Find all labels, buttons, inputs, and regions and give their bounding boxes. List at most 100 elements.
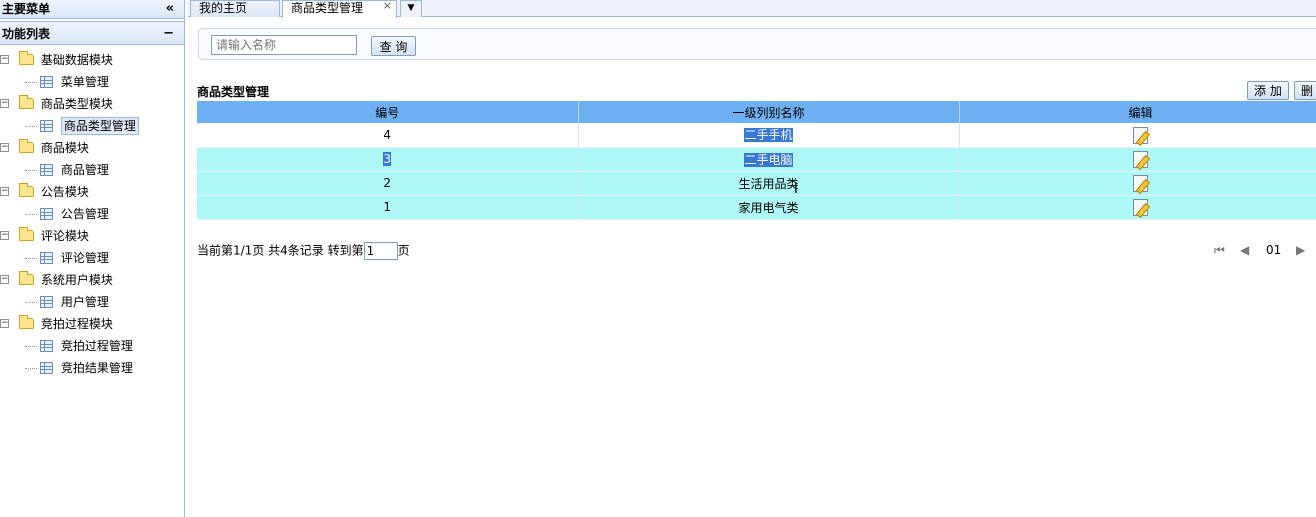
close-icon[interactable]: × bbox=[383, 0, 392, 13]
tree-node-label: 商品类型模块 bbox=[40, 97, 113, 111]
column-header-name[interactable]: 一级列别名称 bbox=[578, 101, 960, 123]
tree-toggle-icon[interactable]: − bbox=[0, 55, 9, 64]
cell-id: 4 bbox=[197, 123, 579, 148]
tree-leaf-label: 公告管理 bbox=[60, 207, 109, 221]
page-jump-input[interactable] bbox=[363, 242, 398, 260]
tree-toggle-icon[interactable]: − bbox=[0, 275, 9, 284]
tree-node-comment[interactable]: − 评论模块 bbox=[0, 225, 184, 247]
folder-icon bbox=[19, 139, 34, 153]
tree-node-label: 评论模块 bbox=[40, 229, 89, 243]
tree-leaf-user-management[interactable]: 用户管理 bbox=[0, 291, 184, 313]
column-header-id[interactable]: 编号 bbox=[197, 101, 579, 123]
cell-id: 1 bbox=[197, 195, 579, 220]
tree-leaf-announcement-management[interactable]: 公告管理 bbox=[0, 203, 184, 225]
function-list-title: 功能列表 bbox=[2, 27, 51, 41]
next-page-icon[interactable]: ▶ bbox=[1296, 242, 1305, 258]
edit-icon[interactable] bbox=[1132, 198, 1150, 216]
cell-edit bbox=[959, 171, 1316, 196]
cell-id: 2 bbox=[197, 171, 579, 196]
tree-leaf-menu-management[interactable]: 菜单管理 bbox=[0, 71, 184, 93]
table-row[interactable]: 4 二手手机 bbox=[197, 123, 1316, 148]
tree-node-basic-data[interactable]: − 基础数据模块 bbox=[0, 49, 184, 71]
tree-node-label: 系统用户模块 bbox=[40, 273, 113, 287]
page-icon bbox=[40, 362, 53, 374]
main-content: 我的主页 商品类型管理 × ▼ 查 询 商品类型管理 添 加 删 编号 一级列别… bbox=[188, 0, 1316, 517]
pager-suffix: 页 bbox=[397, 243, 410, 258]
tree-node-system-user[interactable]: − 系统用户模块 bbox=[0, 269, 184, 291]
tab-label: 我的主页 bbox=[199, 1, 248, 15]
collapse-icon[interactable]: « bbox=[166, 0, 174, 18]
pager-info: 当前第1/1页 共4条记录 转到第 页 bbox=[197, 242, 410, 260]
tree-toggle-icon[interactable]: − bbox=[0, 231, 9, 240]
page-icon bbox=[40, 208, 53, 220]
tree-leaf-auction-result-management[interactable]: 竞拍结果管理 bbox=[0, 357, 184, 379]
search-input[interactable] bbox=[211, 35, 357, 55]
cell-edit bbox=[959, 195, 1316, 220]
tree-leaf-label: 用户管理 bbox=[60, 295, 109, 309]
product-type-table: 编号 一级列别名称 编辑 4 二手手机 3 二手电脑 2 生活用品类 1 家用电… bbox=[197, 101, 1316, 220]
tab-label: 商品类型管理 bbox=[291, 1, 364, 15]
prev-page-icon[interactable]: ◀ bbox=[1240, 242, 1249, 258]
cell-name: 生活用品类 bbox=[578, 171, 960, 196]
tree-leaf-label: 评论管理 bbox=[60, 251, 109, 265]
tree-leaf-label: 竞拍过程管理 bbox=[60, 339, 133, 353]
tab-home[interactable]: 我的主页 bbox=[190, 0, 280, 17]
cell-name-text: 二手手机 bbox=[744, 128, 793, 143]
cell-edit bbox=[959, 147, 1316, 172]
tree-node-label: 公告模块 bbox=[40, 185, 89, 199]
table-row[interactable]: 1 家用电气类 bbox=[197, 195, 1316, 220]
table-row[interactable]: 3 二手电脑 bbox=[197, 147, 1316, 172]
function-list-header: 功能列表 − bbox=[0, 21, 184, 45]
table-row[interactable]: 2 生活用品类 bbox=[197, 171, 1316, 196]
sidebar-header-title: 主要菜单 bbox=[2, 2, 51, 16]
tree-node-product-type[interactable]: − 商品类型模块 bbox=[0, 93, 184, 115]
tree-node-announcement[interactable]: − 公告模块 bbox=[0, 181, 184, 203]
minus-icon[interactable]: − bbox=[163, 22, 174, 46]
tree-leaf-product-type-management[interactable]: 商品类型管理 bbox=[0, 115, 184, 137]
cell-id-text: 3 bbox=[383, 152, 392, 166]
tree-leaf-comment-management[interactable]: 评论管理 bbox=[0, 247, 184, 269]
tab-product-type-management[interactable]: 商品类型管理 × bbox=[282, 0, 397, 18]
sidebar: 主要菜单 « 功能列表 − − 基础数据模块 菜单管理 − 商品类型模块 商品类… bbox=[0, 0, 185, 517]
delete-button[interactable]: 删 bbox=[1294, 81, 1316, 100]
function-tree: − 基础数据模块 菜单管理 − 商品类型模块 商品类型管理 − 商品模块 商品管… bbox=[0, 45, 184, 379]
edit-icon[interactable] bbox=[1132, 174, 1150, 192]
folder-icon bbox=[19, 95, 34, 109]
tree-toggle-icon[interactable]: − bbox=[0, 187, 9, 196]
page-icon bbox=[40, 252, 53, 264]
tree-node-product[interactable]: − 商品模块 bbox=[0, 137, 184, 159]
tree-leaf-auction-process-management[interactable]: 竞拍过程管理 bbox=[0, 335, 184, 357]
edit-icon[interactable] bbox=[1132, 150, 1150, 168]
tree-toggle-icon[interactable]: − bbox=[0, 319, 9, 328]
edit-icon[interactable] bbox=[1132, 126, 1150, 144]
search-button[interactable]: 查 询 bbox=[371, 36, 416, 56]
tree-leaf-label: 竞拍结果管理 bbox=[60, 361, 133, 375]
tree-leaf-product-management[interactable]: 商品管理 bbox=[0, 159, 184, 181]
sidebar-header: 主要菜单 « bbox=[0, 0, 184, 19]
folder-icon bbox=[19, 183, 34, 197]
page-icon bbox=[40, 120, 53, 132]
cell-id: 3 bbox=[197, 147, 579, 172]
cell-name: 二手电脑 bbox=[578, 147, 960, 172]
tree-node-label: 基础数据模块 bbox=[40, 53, 113, 67]
tree-toggle-icon[interactable]: − bbox=[0, 143, 9, 152]
grid-title: 商品类型管理 bbox=[197, 85, 270, 99]
tree-node-auction-process[interactable]: − 竞拍过程模块 bbox=[0, 313, 184, 335]
first-page-icon[interactable]: ⏮ bbox=[1214, 242, 1225, 258]
tree-toggle-icon[interactable]: − bbox=[0, 99, 9, 108]
page-icon bbox=[40, 76, 53, 88]
page-icon bbox=[40, 296, 53, 308]
cell-name: 二手手机 bbox=[578, 123, 960, 148]
tree-leaf-label: 商品管理 bbox=[60, 163, 109, 177]
page-icon bbox=[40, 340, 53, 352]
add-button[interactable]: 添 加 bbox=[1247, 81, 1289, 100]
page-icon bbox=[40, 164, 53, 176]
cell-edit bbox=[959, 123, 1316, 148]
tree-leaf-label: 菜单管理 bbox=[60, 75, 109, 89]
cell-name: 家用电气类 bbox=[578, 195, 960, 220]
tree-node-label: 竞拍过程模块 bbox=[40, 317, 113, 331]
chevron-down-icon[interactable]: ▼ bbox=[400, 0, 422, 17]
tab-bar: 我的主页 商品类型管理 × ▼ bbox=[188, 0, 1316, 18]
folder-icon bbox=[19, 227, 34, 241]
column-header-edit[interactable]: 编辑 bbox=[959, 101, 1316, 123]
